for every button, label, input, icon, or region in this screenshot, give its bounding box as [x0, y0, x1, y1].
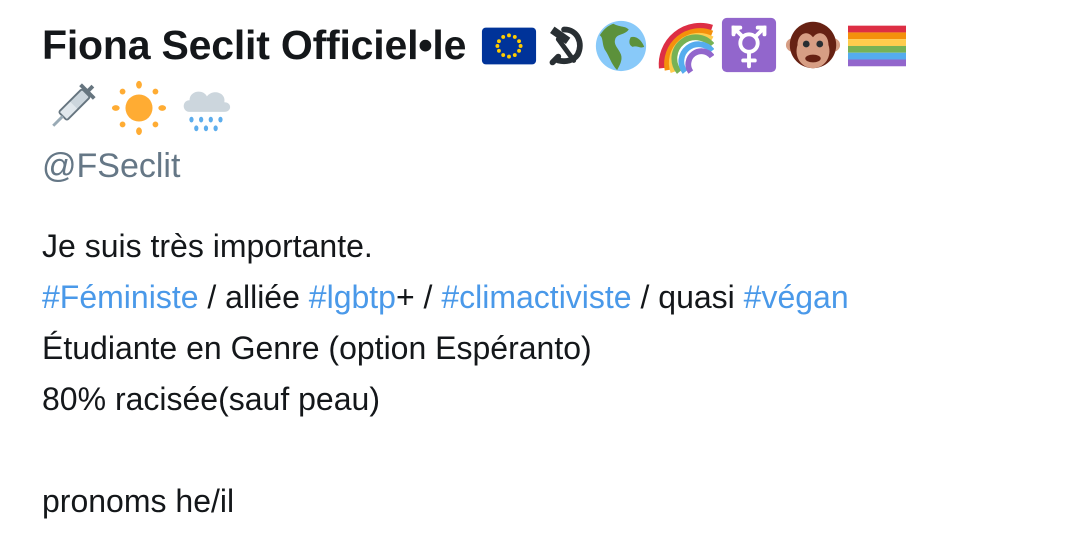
hashtag-link[interactable]: #Féministe [42, 279, 199, 315]
bio-text: / quasi [631, 279, 744, 315]
bio-text: / alliée [198, 279, 309, 315]
profile-bio: Je suis très importante. #Féministe / al… [42, 221, 1042, 527]
syringe-icon [42, 79, 100, 137]
cloud-rain-icon [176, 79, 234, 137]
hashtag-link[interactable]: #végan [744, 279, 849, 315]
sun-icon [110, 79, 168, 137]
name-emoji-row-2 [42, 76, 1042, 140]
bio-text: + / [395, 279, 442, 315]
display-name: Fiona Seclit Officiel•le [42, 22, 467, 68]
bio-pronouns-line: pronoms he/il [42, 483, 235, 519]
bio-line: 80% racisée(sauf peau) [42, 381, 380, 417]
rainbow-flag-icon [848, 16, 907, 74]
hammer-sickle-icon [544, 16, 588, 74]
hashtag-link[interactable]: #lgbtp [309, 279, 396, 315]
bio-blank-line [42, 425, 1042, 476]
eu-flag-icon [480, 16, 538, 74]
rainbow-icon [656, 16, 715, 74]
transgender-symbol-icon [720, 16, 778, 74]
globe-icon [592, 16, 650, 74]
hashtag-link[interactable]: #climactiviste [441, 279, 631, 315]
monkey-face-icon [784, 16, 842, 74]
profile-header: Fiona Seclit Officiel•le @FSeclit Je sui… [42, 14, 1042, 527]
bio-line: Étudiante en Genre (option Espéranto) [42, 330, 592, 366]
bio-hashtags-line: #Féministe / alliée #lgbtp+ / #climactiv… [42, 272, 1042, 323]
bio-line: Je suis très importante. [42, 228, 373, 264]
profile-handle: @FSeclit [42, 147, 181, 185]
display-name-row: Fiona Seclit Officiel•le [42, 14, 1042, 76]
name-emoji-row [480, 14, 912, 76]
